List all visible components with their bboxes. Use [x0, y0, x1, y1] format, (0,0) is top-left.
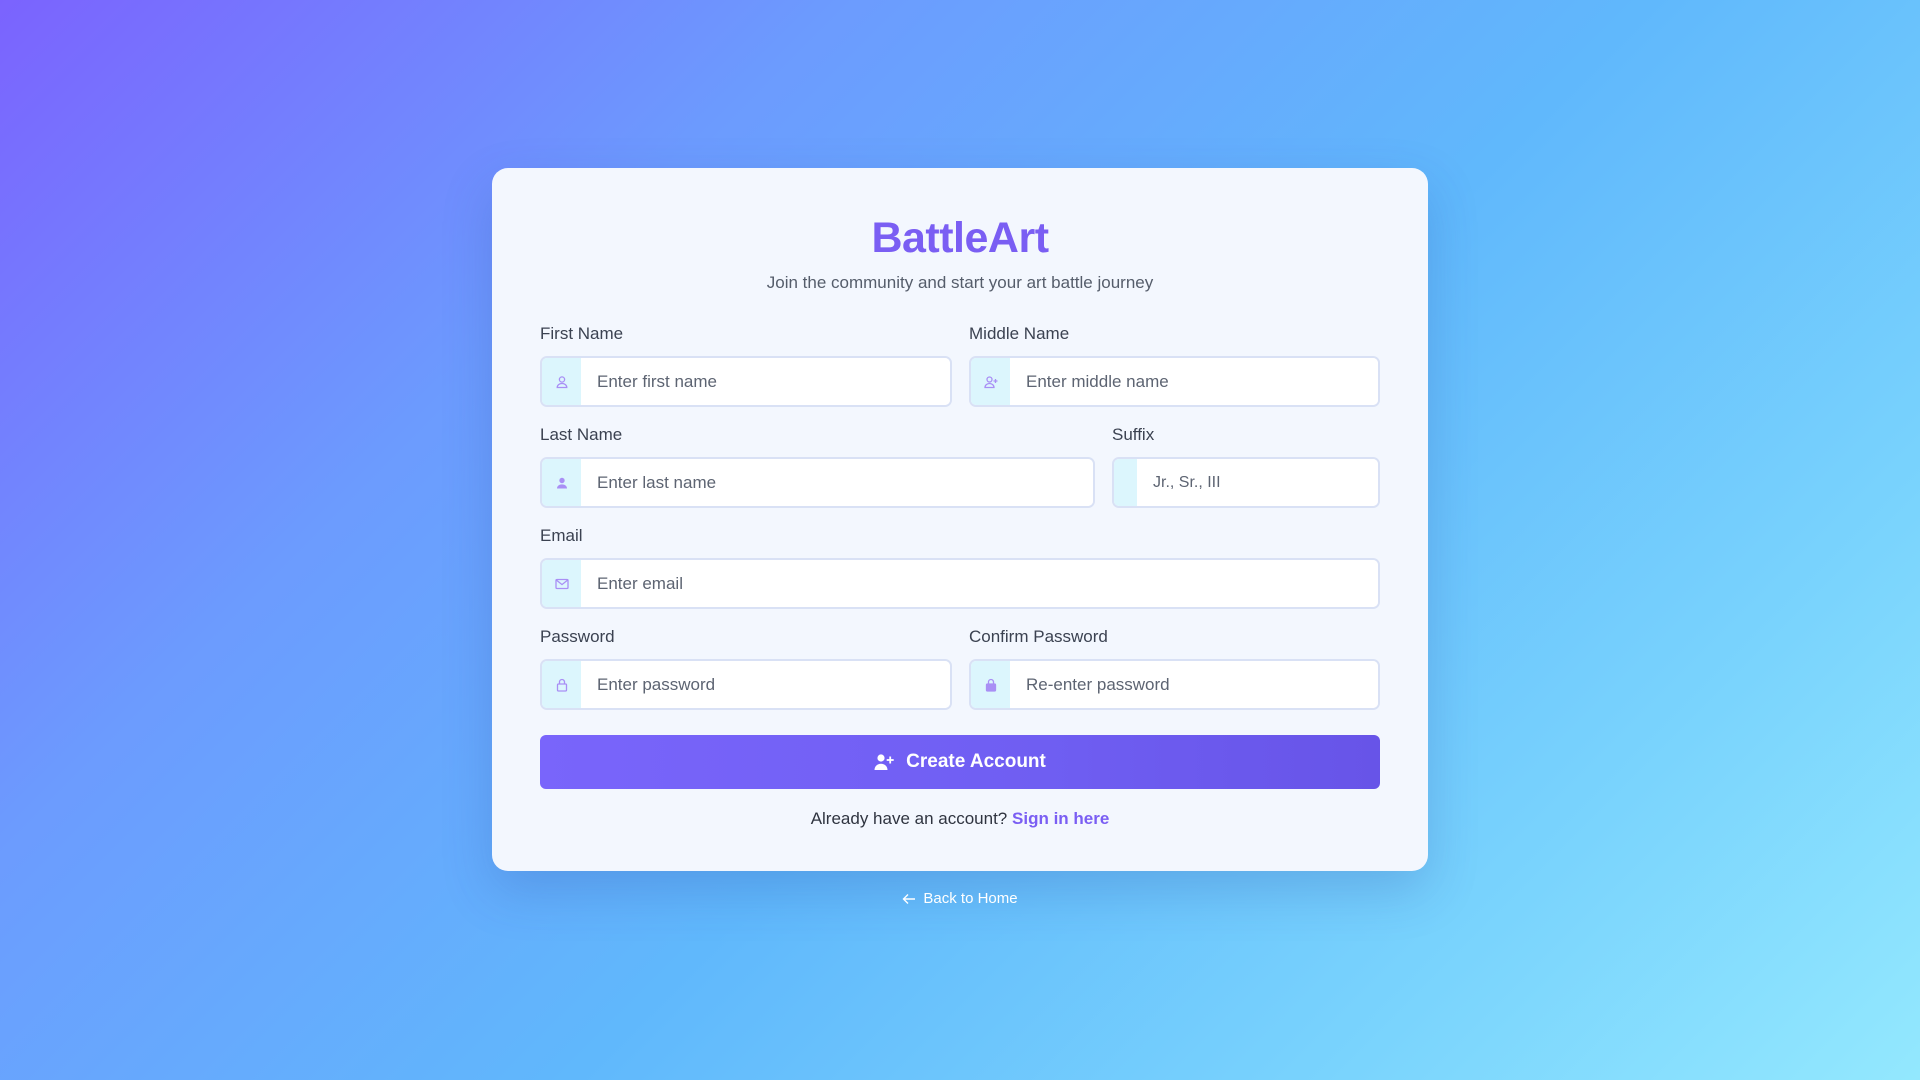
back-to-home-label: Back to Home [923, 890, 1018, 907]
brand-title: BattleArt [871, 214, 1049, 262]
brand-tagline: Join the community and start your art ba… [766, 273, 1154, 292]
confirm-password-label: Confirm Password [969, 627, 1108, 646]
lock-solid-icon [971, 661, 1010, 708]
arrow-left-icon [902, 893, 916, 904]
password-field: Password [540, 626, 952, 710]
confirm-password-input[interactable] [1010, 661, 1378, 708]
suffix-icon-box [1114, 459, 1137, 506]
middle-name-field: Middle Name [969, 323, 1380, 407]
back-to-home-link[interactable]: Back to Home [902, 890, 1018, 907]
name-row-2: Last Name Suffix [540, 424, 1380, 508]
email-input-wrap [540, 558, 1380, 609]
middle-name-label: Middle Name [969, 324, 1070, 343]
first-name-input-wrap [540, 356, 952, 407]
signup-card: BattleArt Join the community and start y… [492, 168, 1428, 871]
create-account-label: Create Account [906, 751, 1046, 772]
back-to-home-row: Back to Home [0, 890, 1920, 907]
email-row: Email [540, 525, 1380, 609]
first-name-input[interactable] [581, 358, 950, 405]
create-account-button[interactable]: Create Account [540, 735, 1380, 789]
suffix-input-wrap [1112, 457, 1380, 508]
middle-name-input-wrap [969, 356, 1380, 407]
last-name-field: Last Name [540, 424, 1095, 508]
user-solid-icon [542, 459, 581, 506]
middle-name-input[interactable] [1010, 358, 1378, 405]
user-icon [542, 358, 581, 405]
password-input[interactable] [581, 661, 950, 708]
last-name-input-wrap [540, 457, 1095, 508]
name-row-1: First Name Middle Name [540, 323, 1380, 407]
lock-icon [542, 661, 581, 708]
email-input[interactable] [581, 560, 1378, 607]
signin-prompt: Already have an account? [810, 809, 1008, 828]
user-plus-icon [874, 754, 894, 770]
suffix-field: Suffix [1112, 424, 1380, 508]
password-label: Password [540, 627, 615, 646]
suffix-input[interactable] [1137, 459, 1378, 506]
confirm-password-input-wrap [969, 659, 1380, 710]
email-field: Email [540, 525, 1380, 609]
user-plus-icon [971, 358, 1010, 405]
last-name-input[interactable] [581, 459, 1093, 506]
first-name-label: First Name [540, 324, 624, 343]
signin-row: Already have an account? Sign in here [540, 808, 1380, 830]
password-input-wrap [540, 659, 952, 710]
signin-link[interactable]: Sign in here [1012, 809, 1109, 828]
suffix-label: Suffix [1112, 425, 1155, 444]
confirm-password-field: Confirm Password [969, 626, 1380, 710]
first-name-field: First Name [540, 323, 952, 407]
last-name-label: Last Name [540, 425, 623, 444]
password-row: Password Confirm Password [540, 626, 1380, 710]
email-label: Email [540, 526, 583, 545]
envelope-icon [542, 560, 581, 607]
